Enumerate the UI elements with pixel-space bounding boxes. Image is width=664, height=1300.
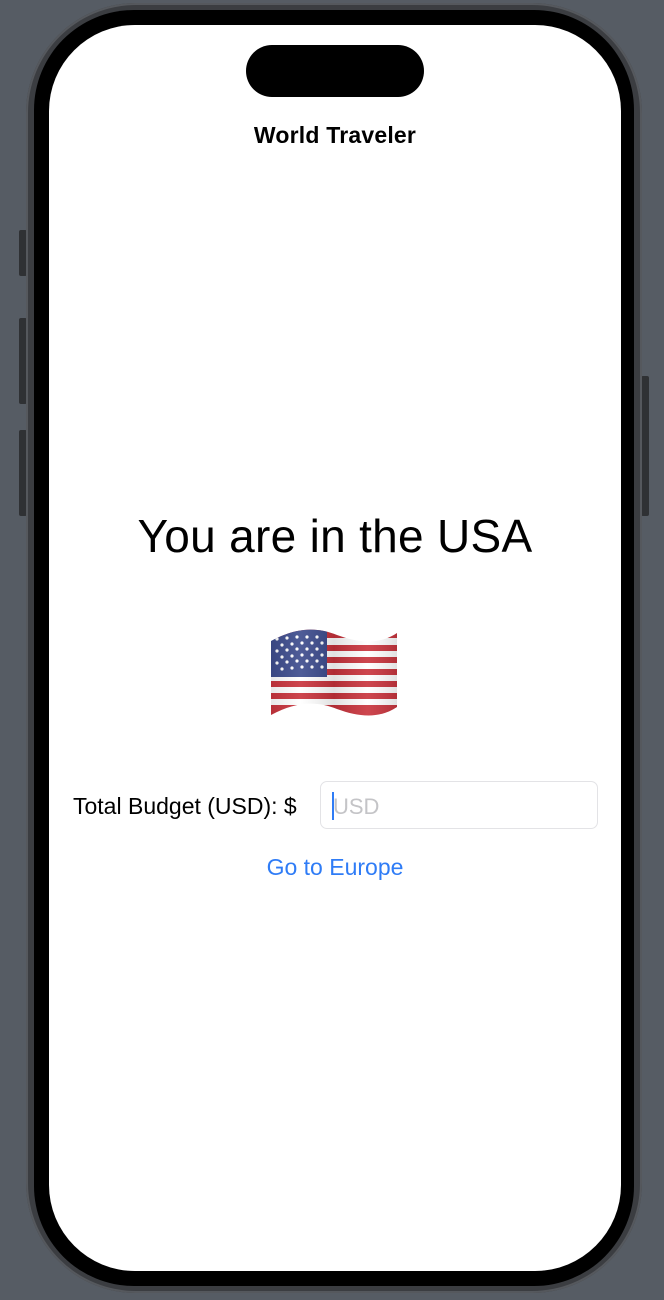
nav-title: World Traveler bbox=[253, 122, 417, 148]
power-button bbox=[641, 376, 649, 516]
budget-label: Total Budget (USD): $ bbox=[73, 793, 297, 819]
budget-input-placeholder: USD bbox=[333, 794, 380, 819]
phone-screen: World Traveler You are in the USA Total … bbox=[49, 25, 621, 1271]
go-to-europe-link[interactable]: Go to Europe bbox=[49, 854, 621, 881]
budget-input[interactable]: USD bbox=[320, 781, 598, 829]
location-headline: You are in the USA bbox=[137, 510, 533, 562]
dynamic-island bbox=[246, 45, 424, 97]
budget-row: Total Budget (USD): $ USD bbox=[49, 781, 621, 831]
us-flag-icon bbox=[267, 625, 401, 725]
